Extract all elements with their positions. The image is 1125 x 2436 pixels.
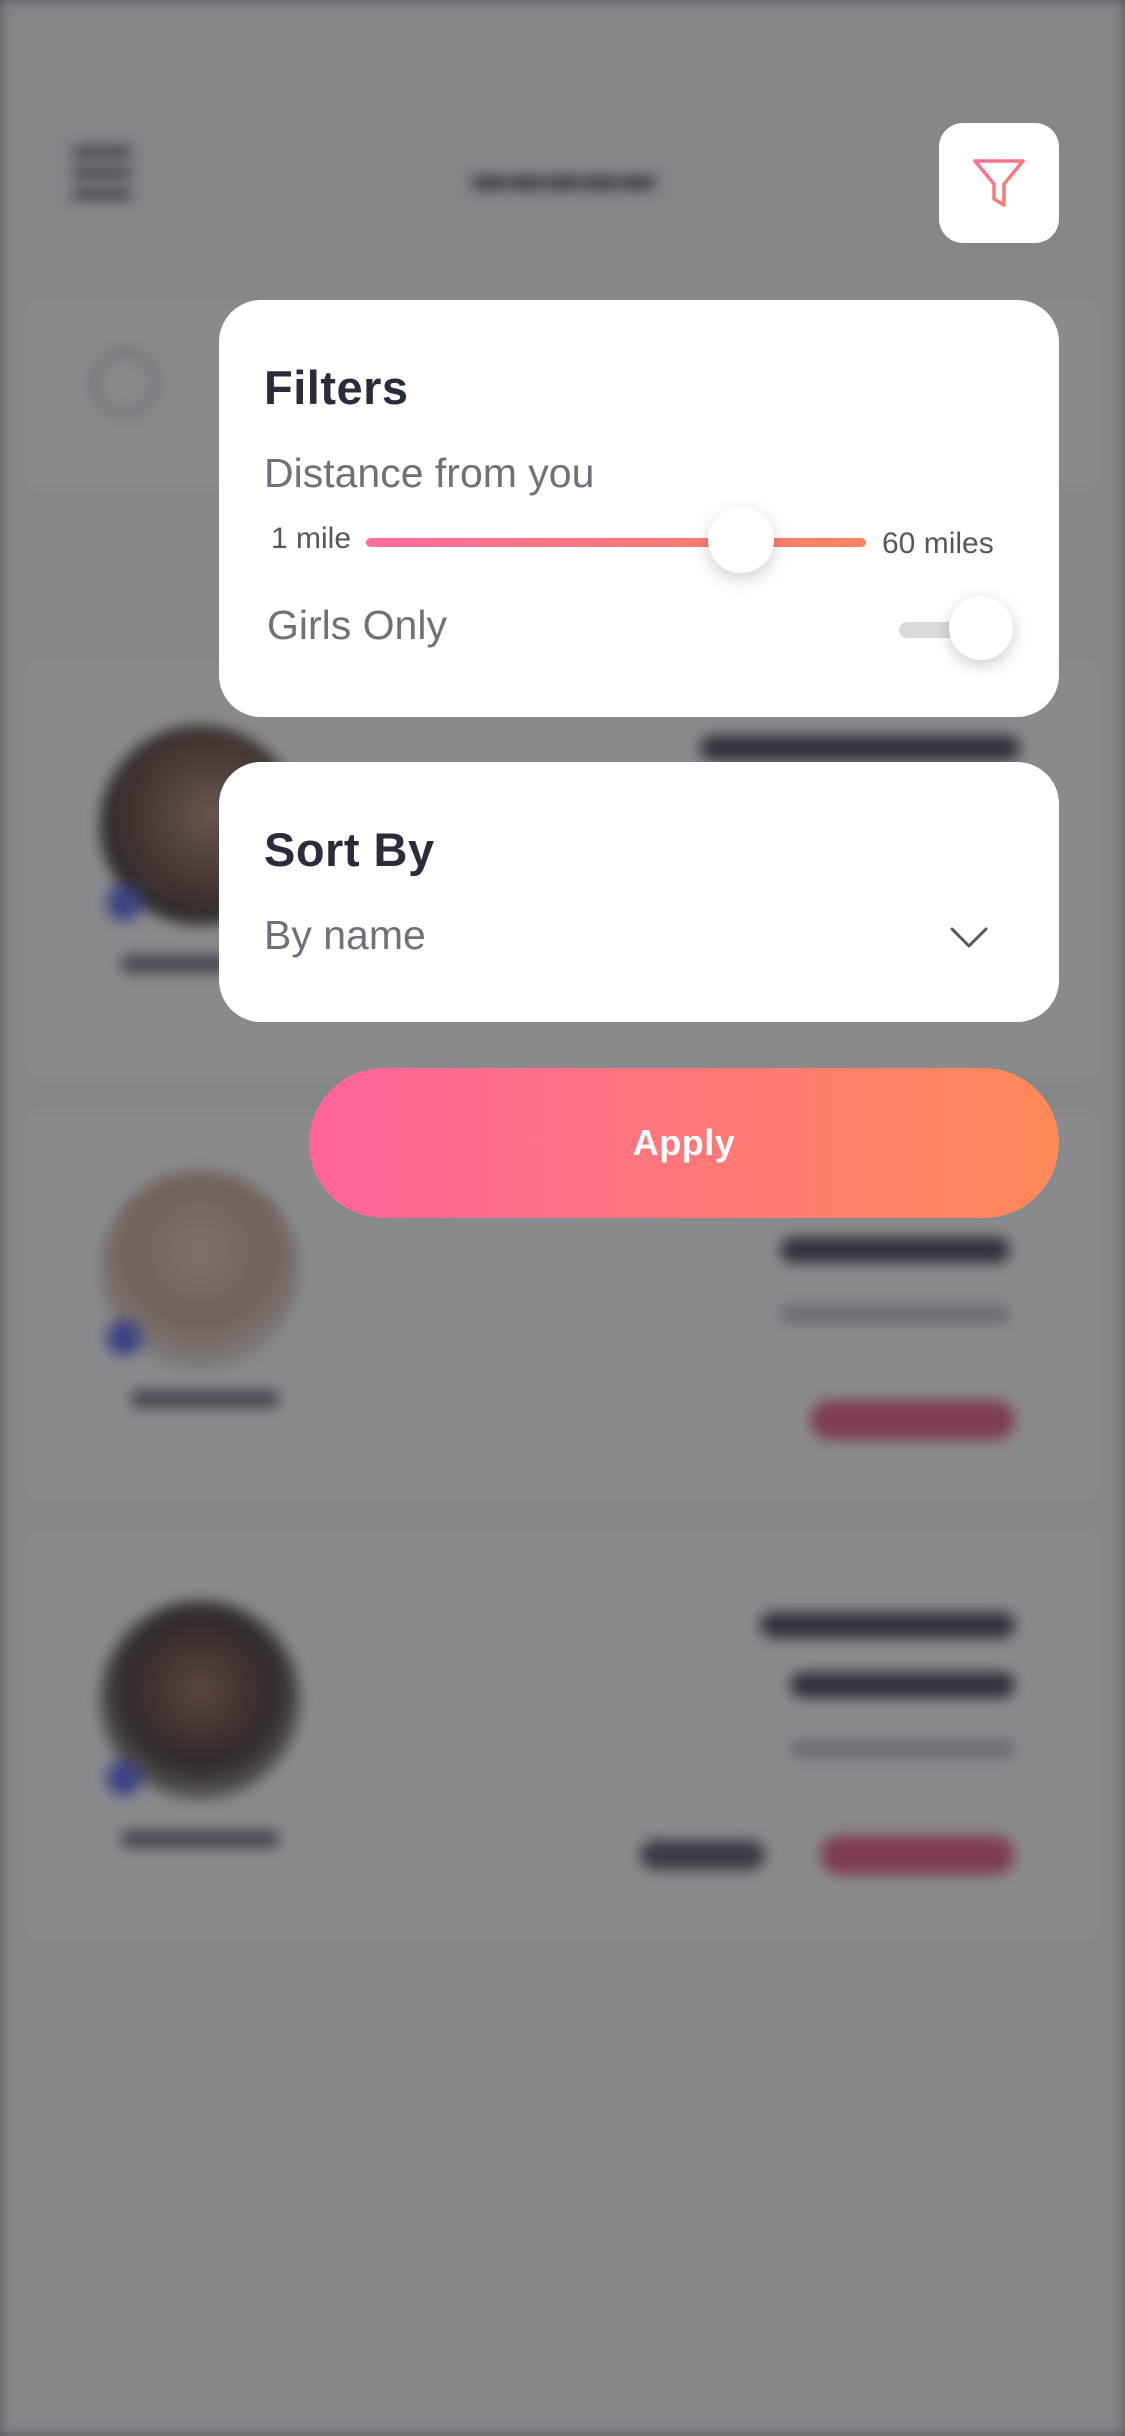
chevron-down-icon[interactable] bbox=[949, 925, 989, 951]
sort-title: Sort By bbox=[264, 823, 435, 876]
apply-button[interactable]: Apply bbox=[309, 1068, 1059, 1218]
distance-slider-track[interactable] bbox=[366, 538, 866, 547]
girls-only-toggle-knob[interactable] bbox=[949, 596, 1013, 660]
filters-panel: Filters Distance from you 1 mile 60 mile… bbox=[219, 300, 1059, 717]
filter-funnel-icon bbox=[973, 159, 1025, 207]
filter-button[interactable] bbox=[939, 123, 1059, 243]
distance-max-label: 60 miles bbox=[882, 527, 994, 560]
sort-panel: Sort By By name bbox=[219, 762, 1059, 1022]
distance-min-label: 1 mile bbox=[271, 522, 352, 555]
filters-title: Filters bbox=[264, 361, 409, 414]
distance-slider-thumb[interactable] bbox=[708, 507, 774, 573]
sort-dropdown[interactable]: By name bbox=[264, 912, 426, 959]
screen: ▬▬▬▬▬ bbox=[0, 0, 1125, 2436]
girls-only-label: Girls Only bbox=[267, 602, 447, 648]
distance-label: Distance from you bbox=[264, 450, 595, 496]
